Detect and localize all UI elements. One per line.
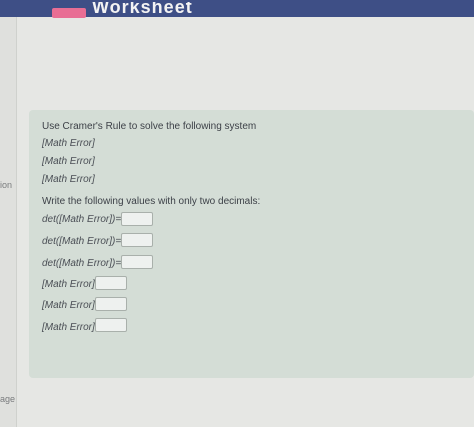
det-label-1: det([Math Error])= — [42, 214, 122, 225]
sidebar-label-top[interactable]: ion — [0, 180, 12, 190]
solution-input-3[interactable] — [95, 318, 127, 332]
solution-label-1: [Math Error] — [42, 279, 95, 290]
det-label-2: det([Math Error])= — [42, 236, 122, 247]
page-title: Worksheet — [92, 2, 193, 17]
sidebar-label-bottom[interactable]: age — [0, 394, 15, 404]
left-sidebar — [0, 17, 17, 427]
instruction-text: Use Cramer's Rule to solve the following… — [42, 121, 257, 132]
decimals-instruction: Write the following values with only two… — [42, 196, 261, 207]
solution-label-2: [Math Error] — [42, 300, 95, 311]
solution-input-1[interactable] — [95, 276, 127, 290]
header-accent-tab — [52, 8, 86, 18]
det-label-3: det([Math Error])= — [42, 258, 122, 269]
det-input-1[interactable] — [121, 212, 153, 226]
equation-3: [Math Error] — [42, 174, 95, 185]
det-input-3[interactable] — [121, 255, 153, 269]
equation-2: [Math Error] — [42, 156, 95, 167]
equation-1: [Math Error] — [42, 138, 95, 149]
solution-input-2[interactable] — [95, 297, 127, 311]
top-header-bar: Worksheet — [0, 0, 474, 18]
det-input-2[interactable] — [121, 233, 153, 247]
solution-label-3: [Math Error] — [42, 322, 95, 333]
